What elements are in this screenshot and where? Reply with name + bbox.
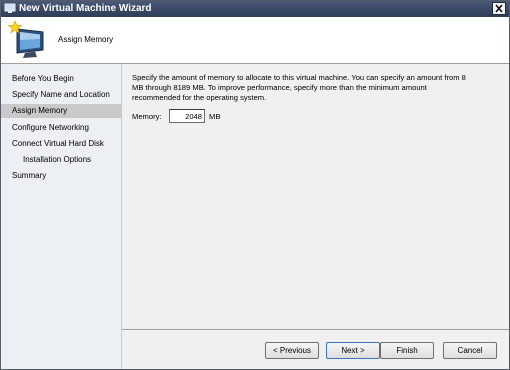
nav-item-label: Summary <box>12 171 47 180</box>
memory-input[interactable] <box>169 109 205 123</box>
wizard-nav: Before You Begin Specify Name and Locati… <box>1 64 122 369</box>
memory-label: Memory: <box>132 112 162 121</box>
nav-item-label: Installation Options <box>23 155 92 164</box>
monitor-star-icon <box>7 20 44 58</box>
next-button[interactable]: Next > <box>326 342 380 359</box>
nav-item-label: Specify Name and Location <box>12 90 110 99</box>
wizard-content: Specify the amount of memory to allocate… <box>122 64 509 329</box>
nav-item-label: Assign Memory <box>12 106 68 115</box>
nav-item-label: Configure Networking <box>12 123 89 132</box>
nav-item-before-you-begin[interactable]: Before You Begin <box>1 72 121 86</box>
memory-description: Specify the amount of memory to allocate… <box>132 73 466 102</box>
page-title: Assign Memory <box>58 35 114 44</box>
window-title: New Virtual Machine Wizard <box>19 3 152 14</box>
nav-item-label: Before You Begin <box>12 74 74 83</box>
previous-button[interactable]: < Previous <box>265 342 319 359</box>
nav-item-label: Connect Virtual Hard Disk <box>12 139 104 148</box>
cancel-button[interactable]: Cancel <box>443 342 497 359</box>
wizard-footer: < Previous Next > Finish Cancel <box>122 329 509 369</box>
wizard-header: Assign Memory <box>1 17 509 64</box>
nav-item-specify-name-and-location[interactable]: Specify Name and Location <box>1 88 121 102</box>
wizard-app-icon <box>4 3 16 13</box>
nav-item-connect-virtual-hard-disk[interactable]: Connect Virtual Hard Disk <box>1 137 121 151</box>
nav-item-configure-networking[interactable]: Configure Networking <box>1 121 121 135</box>
memory-unit: MB <box>209 112 221 121</box>
close-button[interactable] <box>492 2 506 15</box>
nav-item-summary[interactable]: Summary <box>1 169 121 183</box>
nav-item-assign-memory[interactable]: Assign Memory <box>1 104 121 118</box>
wizard-window: New Virtual Machine Wizard Assign Memory… <box>0 0 510 370</box>
nav-item-installation-options[interactable]: Installation Options <box>1 153 121 167</box>
finish-button[interactable]: Finish <box>380 342 434 359</box>
title-bar: New Virtual Machine Wizard <box>1 1 509 17</box>
close-icon <box>495 4 503 13</box>
